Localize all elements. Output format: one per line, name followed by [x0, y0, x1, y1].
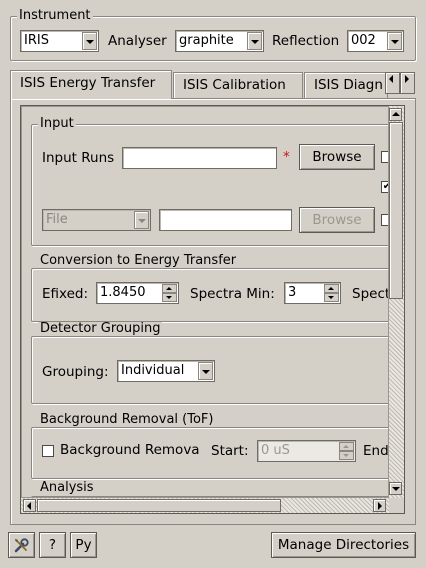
manage-directories-button[interactable]: Manage Directories	[271, 532, 416, 558]
input-runs-label: Input Runs	[42, 150, 115, 166]
instrument-select[interactable]: IRIS	[20, 30, 99, 52]
background-group-title: Background Removal (ToF)	[38, 412, 216, 427]
grouping-group-title: Detector Grouping	[38, 321, 163, 336]
spin-down-icon	[339, 451, 354, 460]
spin-up-icon[interactable]	[162, 284, 177, 293]
conversion-group-title: Conversion to Energy Transfer	[38, 253, 239, 268]
chevron-down-icon	[198, 362, 213, 380]
scroll-right-button[interactable]	[373, 499, 386, 512]
spin-down-icon[interactable]	[324, 293, 339, 302]
start-label: Start:	[211, 443, 249, 459]
analyser-select-value: graphite	[179, 33, 234, 48]
analysis-group-title: Analysis	[38, 480, 96, 495]
chevron-down-icon	[134, 211, 149, 229]
python-button[interactable]: Py	[70, 532, 97, 558]
analyser-select[interactable]: graphite	[175, 30, 264, 52]
reflection-select-value: 002	[351, 33, 376, 48]
tab-isis-energy-transfer[interactable]: ISIS Energy Transfer	[10, 70, 172, 99]
spin-down-icon[interactable]	[162, 293, 177, 302]
scroll-area: Input Input Runs * Browse ✔ File Browse …	[20, 105, 405, 514]
spin-up-icon[interactable]	[324, 284, 339, 293]
spectra-min-label: Spectra Min:	[190, 286, 275, 302]
chevron-down-icon	[247, 32, 262, 50]
input-group-title: Input	[38, 116, 76, 131]
scroll-corner	[389, 498, 404, 513]
background-start-value: 0 uS	[261, 443, 290, 458]
scroll-left-button[interactable]	[23, 499, 36, 512]
efixed-spinbox[interactable]: 1.8450	[96, 282, 179, 304]
tab-scroll-left-button[interactable]	[385, 72, 400, 94]
instrument-group-title: Instrument	[17, 8, 93, 23]
horizontal-scrollbar-thumb[interactable]	[37, 499, 281, 512]
spectra-min-value: 3	[288, 285, 297, 300]
file-browse-button: Browse	[299, 207, 375, 233]
spectra-min-spinbox[interactable]: 3	[284, 282, 341, 304]
chevron-down-icon	[82, 32, 97, 50]
spin-up-icon	[339, 442, 354, 451]
chevron-down-icon	[387, 32, 402, 50]
scroll-down-button[interactable]	[389, 482, 402, 495]
grouping-label: Grouping:	[42, 364, 109, 380]
background-start-spinbox: 0 uS	[257, 440, 356, 462]
tab-scroll-right-button[interactable]	[400, 72, 415, 94]
tab-label: ISIS Energy Transfer	[20, 75, 156, 91]
help-button[interactable]: ?	[39, 532, 66, 558]
analyser-label: Analyser	[108, 33, 167, 49]
tab-isis-calibration[interactable]: ISIS Calibration	[173, 72, 303, 98]
background-removal-label: Background Remova	[60, 442, 200, 458]
end-label: End	[363, 443, 389, 459]
reflection-label: Reflection	[272, 33, 340, 49]
grouping-select-value: Individual	[121, 363, 185, 378]
grouping-select[interactable]: Individual	[117, 360, 215, 382]
vertical-scrollbar-thumb[interactable]	[389, 122, 403, 299]
input-browse-button[interactable]: Browse	[299, 144, 375, 170]
file-type-select: File	[42, 209, 151, 231]
tab-label: ISIS Diagn	[314, 77, 383, 93]
tab-label: ISIS Calibration	[183, 77, 286, 93]
file-type-value: File	[46, 212, 68, 227]
spectra-max-label: Spect	[352, 286, 391, 302]
efixed-label: Efixed:	[42, 286, 89, 302]
instrument-select-value: IRIS	[24, 33, 49, 48]
tab-isis-diagnostics[interactable]: ISIS Diagn	[304, 72, 388, 98]
file-field[interactable]	[159, 209, 292, 231]
wrench-screwdriver-icon	[14, 538, 29, 553]
scroll-up-button[interactable]	[389, 108, 402, 121]
tools-button[interactable]	[8, 532, 35, 558]
input-runs-field[interactable]	[122, 147, 277, 169]
required-marker: *	[283, 149, 290, 165]
efixed-value: 1.8450	[100, 285, 146, 300]
reflection-select[interactable]: 002	[347, 30, 404, 52]
background-removal-checkbox[interactable]	[42, 445, 54, 457]
